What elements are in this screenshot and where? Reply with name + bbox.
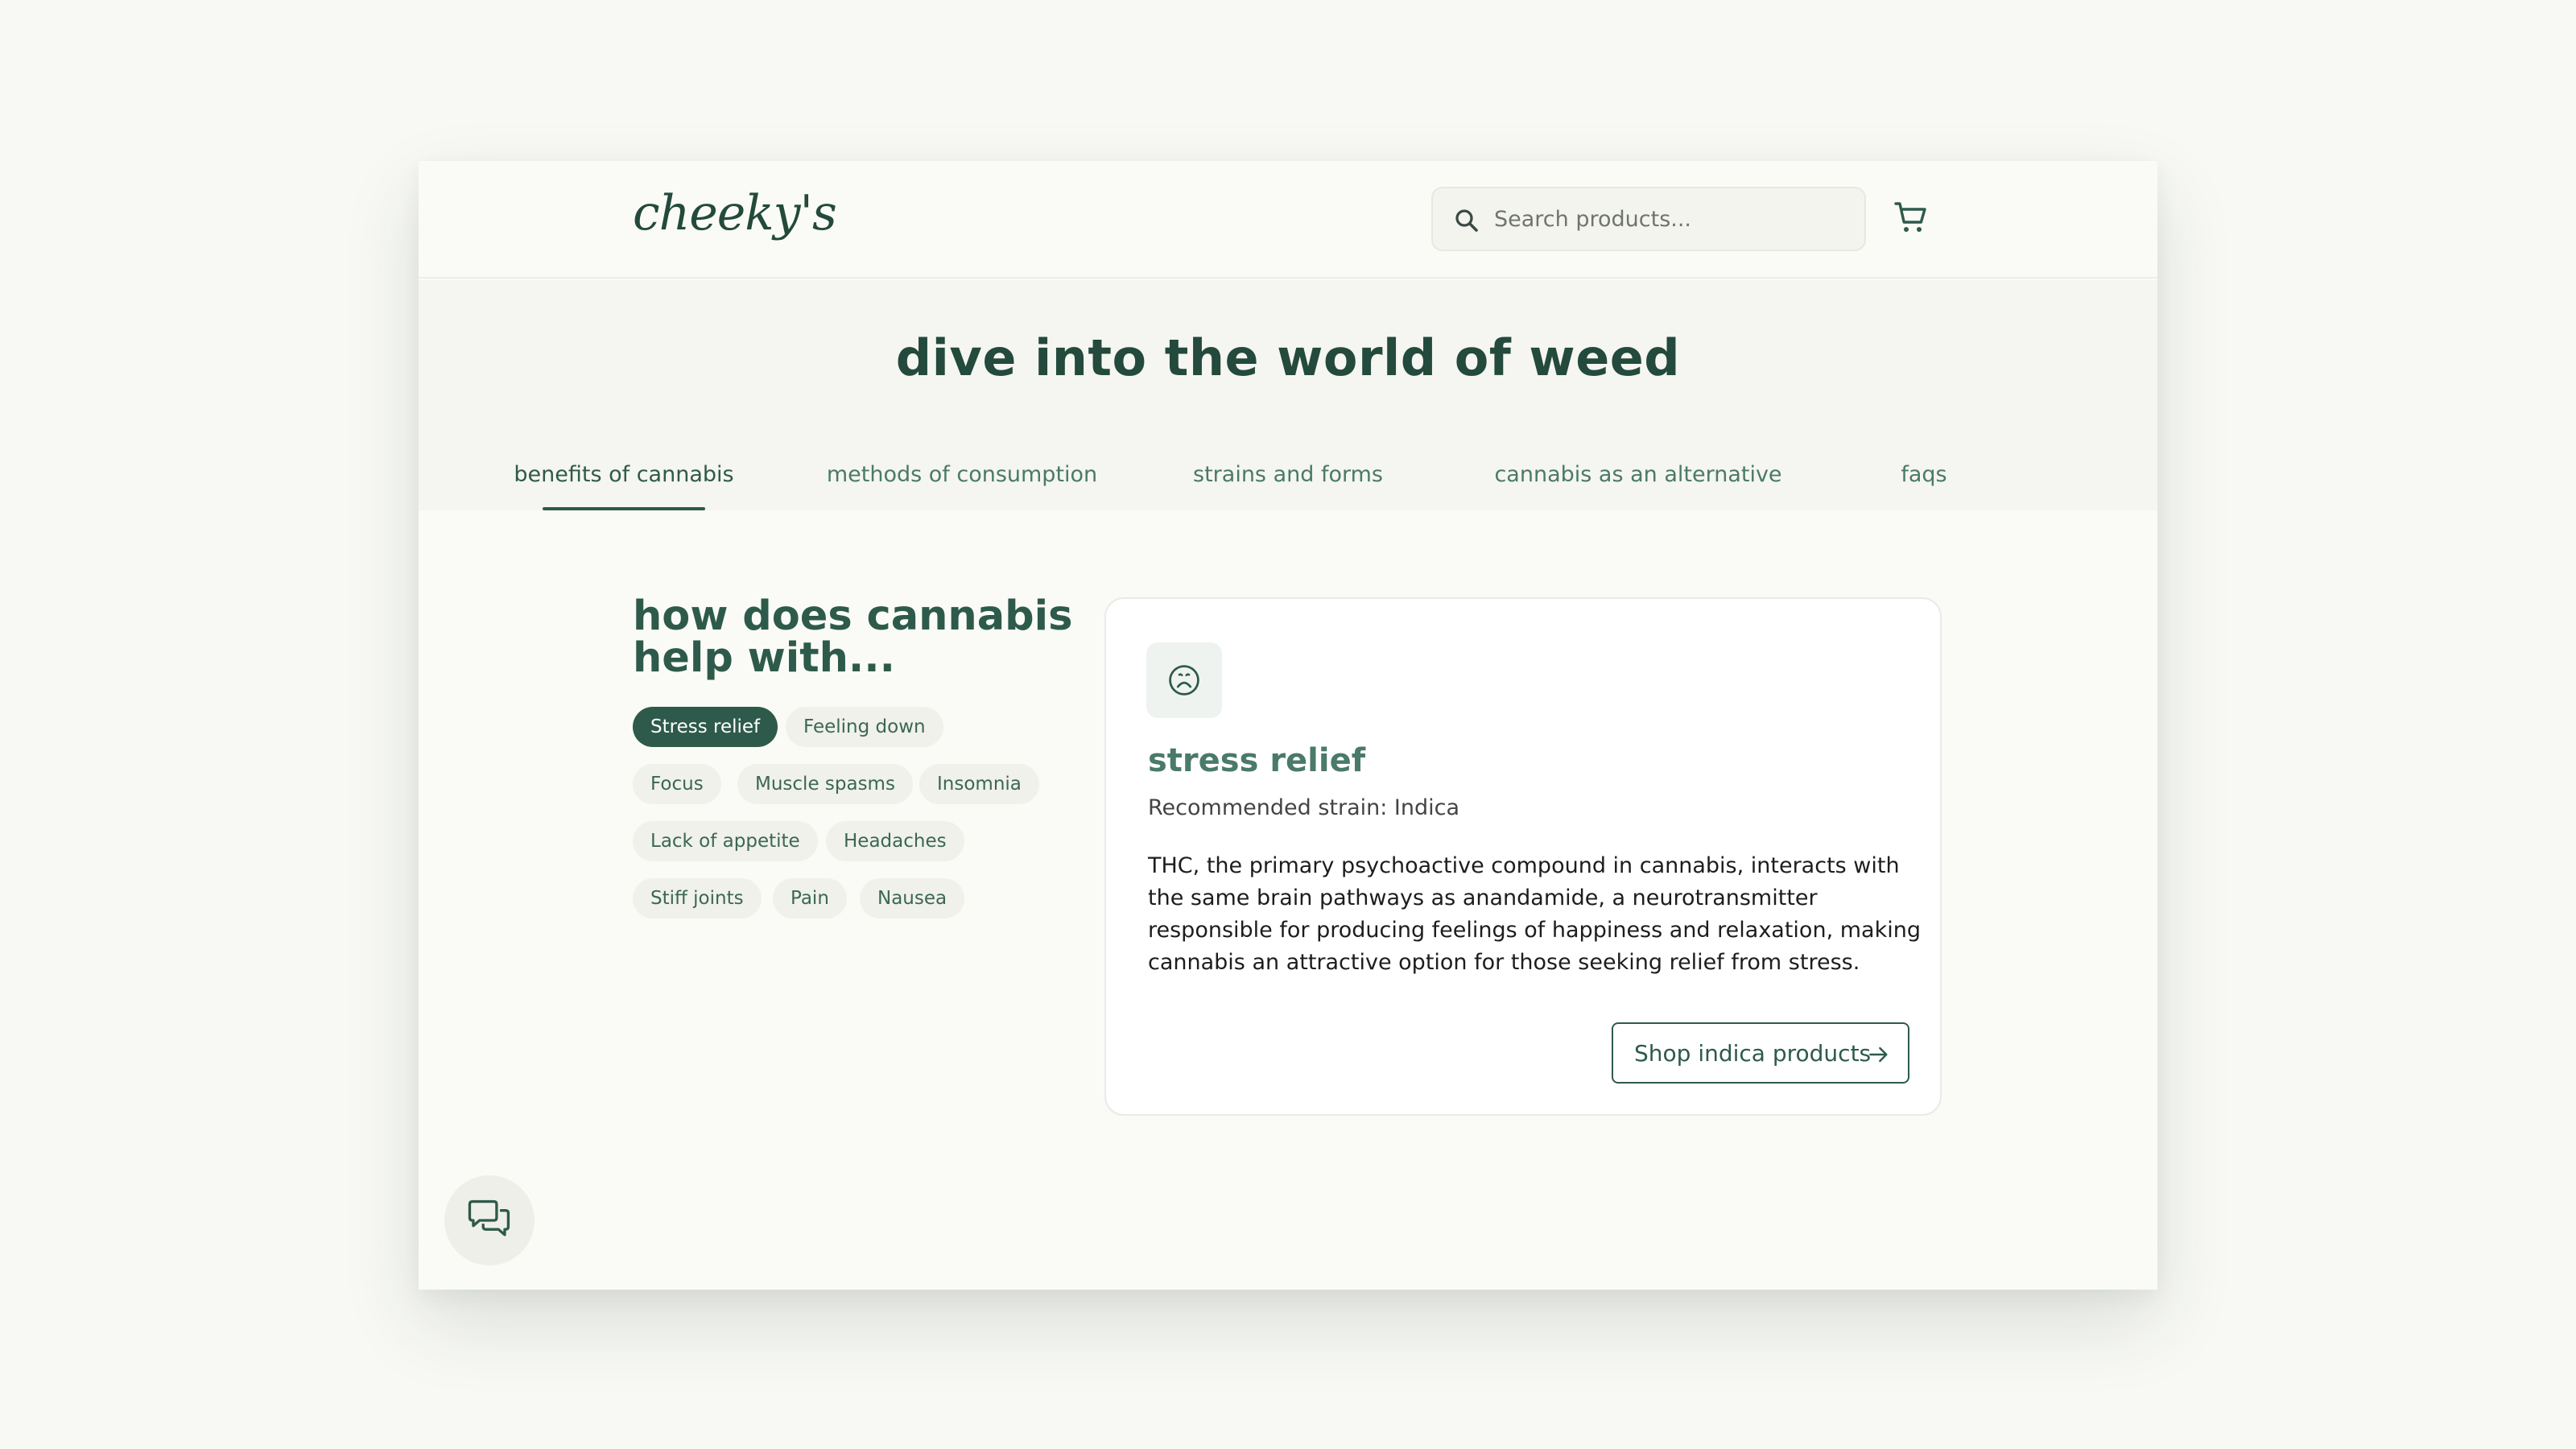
search-icon [1455,209,1478,232]
logo[interactable]: cheeky's [633,185,837,242]
tab-methods-of-consumption[interactable]: methods of consumption [825,462,1099,510]
benefit-card: stress relief Recommended strain: Indica… [1104,597,1942,1116]
tab-faqs[interactable]: faqs [1876,462,1972,510]
chip-lack-of-appetite[interactable]: Lack of appetite [633,821,818,861]
chip-stiff-joints[interactable]: Stiff joints [633,878,762,919]
chip-nausea[interactable]: Nausea [860,878,965,919]
search-box[interactable] [1431,187,1866,251]
active-tab-indicator [543,507,705,510]
chip-insomnia[interactable]: Insomnia [919,764,1039,804]
chat-bubbles-icon [468,1199,510,1236]
chip-headaches[interactable]: Headaches [826,821,964,861]
recommended-strain: Recommended strain: Indica [1148,795,1460,820]
section-heading: how does cannabis help with... [633,592,1073,682]
chip-feeling-down[interactable]: Feeling down [786,707,943,747]
hero-section: dive into the world of weed benefits of … [419,280,2157,510]
chip-pain[interactable]: Pain [773,878,847,919]
tab-cannabis-as-an-alternative[interactable]: cannabis as an alternative [1465,462,1811,510]
tab-strains-and-forms[interactable]: strains and forms [1159,462,1417,510]
shop-button-label: Shop indica products [1634,1039,1872,1067]
search-input[interactable] [1494,188,1848,250]
card-icon-container [1146,642,1222,718]
chip-stress-relief[interactable]: Stress relief [633,707,778,747]
frown-face-icon [1169,665,1199,696]
browser-window: cheeky's dive into the world of weed ben… [419,161,2157,1290]
cart-icon[interactable] [1892,198,1930,237]
page-title: dive into the world of weed [895,328,1681,387]
chip-focus[interactable]: Focus [633,764,721,804]
card-title: stress relief [1148,742,1366,779]
chip-muscle-spasms[interactable]: Muscle spasms [737,764,913,804]
chat-button[interactable] [444,1175,535,1265]
tab-benefits-of-cannabis[interactable]: benefits of cannabis [495,462,753,510]
card-description: THC, the primary psychoactive compound i… [1148,853,1921,975]
shop-indica-button[interactable]: Shop indica products [1612,1022,1909,1084]
site-header: cheeky's [419,161,2157,279]
arrow-right-icon [1869,1046,1888,1063]
